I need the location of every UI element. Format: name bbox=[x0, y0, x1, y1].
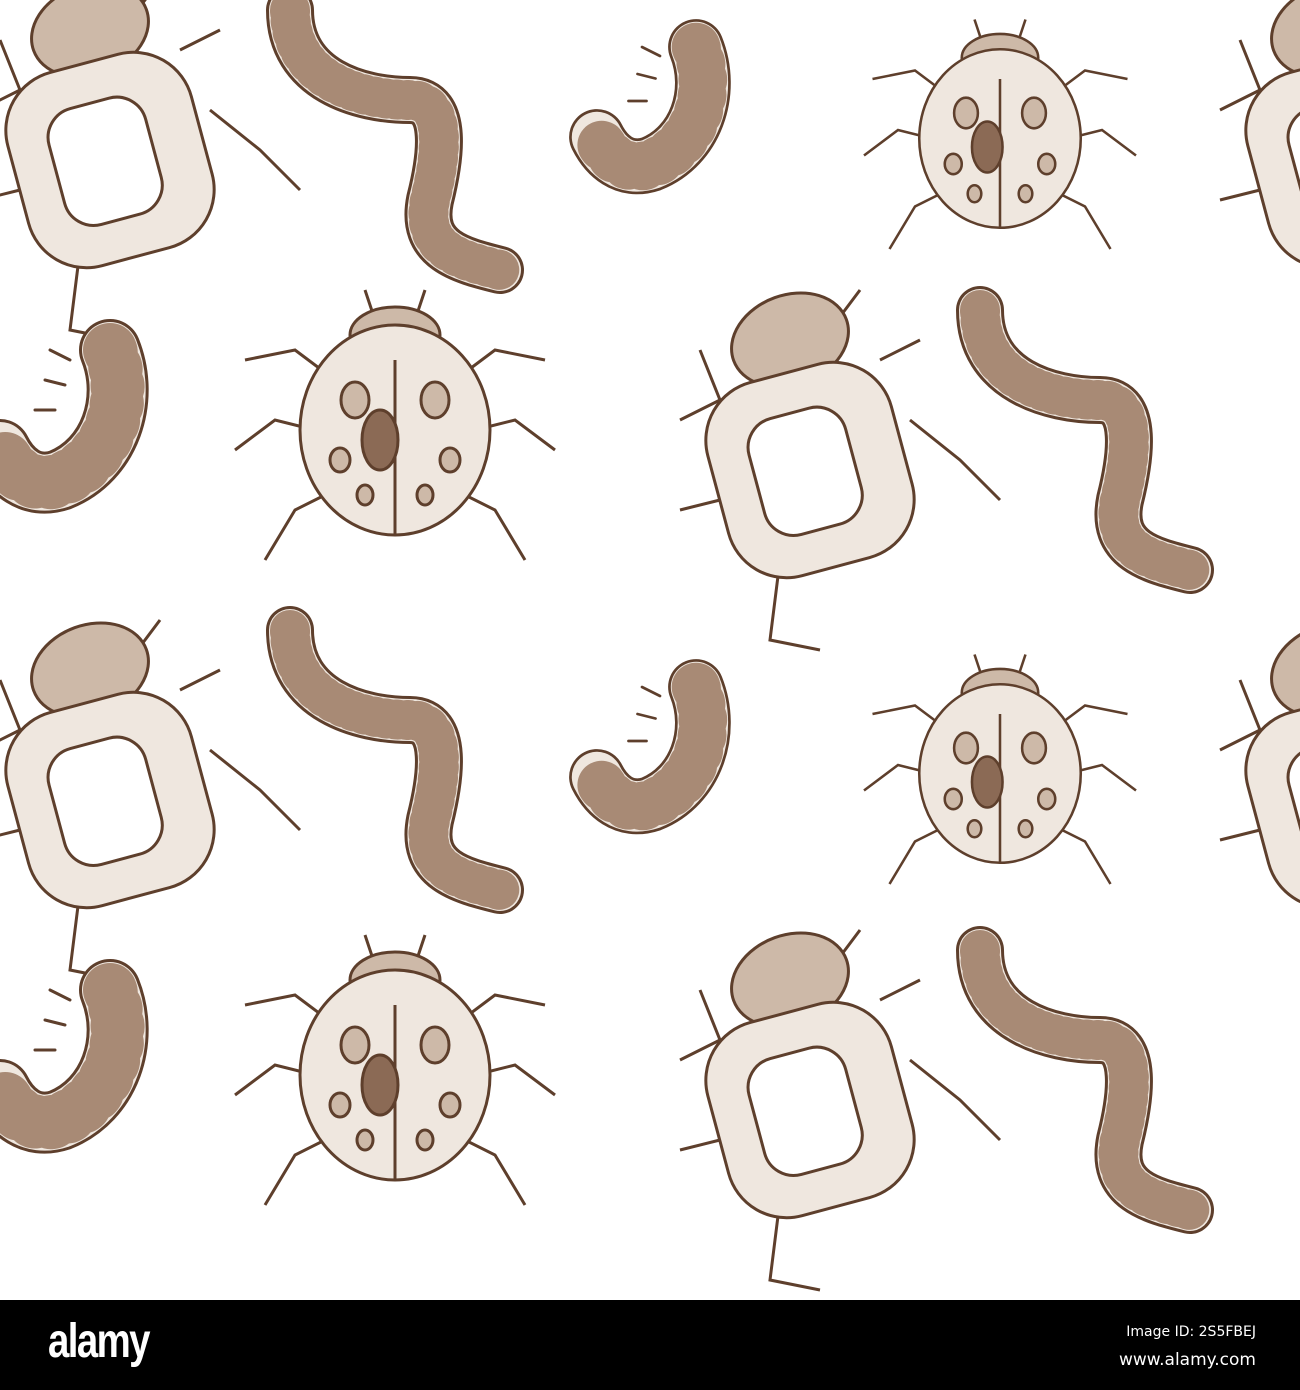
scarab-illustration bbox=[0, 605, 302, 982]
watermark-bar: alamy Image ID: 2S5FBEJ www.alamy.com bbox=[0, 1300, 1300, 1390]
scarab-illustration bbox=[0, 0, 302, 342]
worm-illustration bbox=[290, 630, 500, 890]
ladybug-illustration bbox=[233, 933, 557, 1207]
ladybug-illustration bbox=[862, 18, 1138, 251]
scarab-illustration bbox=[678, 275, 1002, 652]
scarab-illustration bbox=[1218, 605, 1300, 982]
worm-illustration bbox=[980, 310, 1190, 570]
scarab-illustration bbox=[678, 915, 1002, 1292]
grub-illustration bbox=[0, 990, 118, 1123]
stock-image: alamy Image ID: 2S5FBEJ www.alamy.com bbox=[0, 0, 1300, 1390]
ladybug-illustration bbox=[862, 653, 1138, 886]
grub-illustration bbox=[597, 47, 703, 166]
grub-illustration bbox=[597, 687, 703, 806]
grub-illustration bbox=[0, 350, 118, 483]
ladybug-illustration bbox=[233, 288, 557, 562]
website-url: www.alamy.com bbox=[1118, 1350, 1256, 1370]
worm-illustration bbox=[290, 10, 500, 270]
image-id-label: Image ID: 2S5FBEJ bbox=[1126, 1324, 1256, 1340]
insect-pattern-illustration bbox=[0, 0, 1300, 1292]
scarab-illustration bbox=[1218, 0, 1300, 342]
alamy-logo: alamy bbox=[48, 1315, 150, 1368]
worm-illustration bbox=[980, 950, 1190, 1210]
